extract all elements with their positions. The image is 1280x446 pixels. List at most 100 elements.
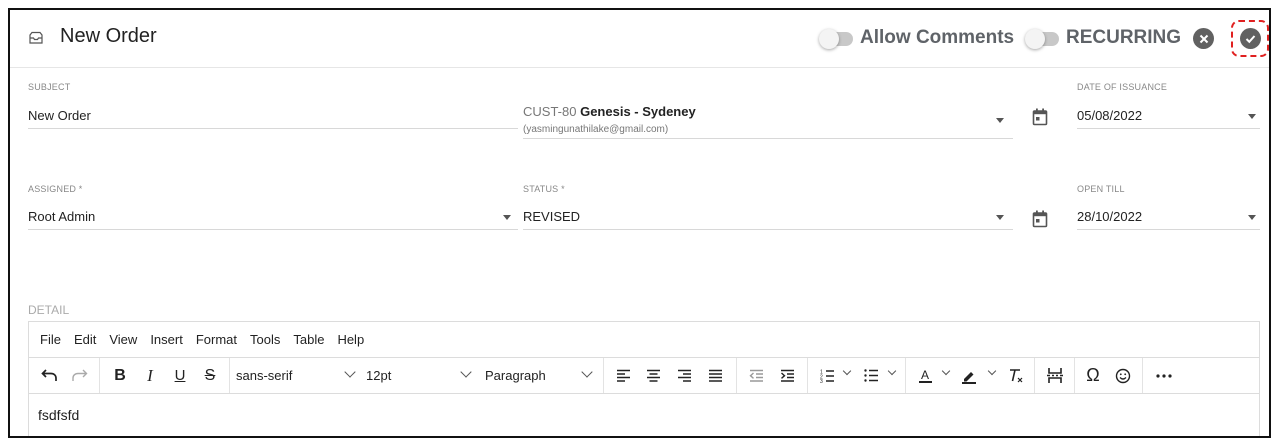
customer-dropdown-arrow[interactable] xyxy=(996,118,1004,123)
open-till-dropdown-arrow[interactable] xyxy=(1248,215,1256,220)
emoji-button[interactable] xyxy=(1113,358,1133,393)
bullet-list-icon xyxy=(863,369,878,382)
clear-formatting-button[interactable] xyxy=(1006,358,1026,393)
status-select[interactable]: REVISED xyxy=(523,209,580,224)
svg-text:3: 3 xyxy=(820,379,823,383)
customer-code: CUST-80 xyxy=(523,104,577,119)
rich-text-editor: File Edit View Insert Format Tools Table… xyxy=(28,321,1260,436)
align-justify-icon xyxy=(708,369,722,382)
date-of-issuance-dropdown-arrow[interactable] xyxy=(1248,114,1256,119)
subject-input[interactable]: New Order xyxy=(28,108,91,123)
assigned-dropdown-arrow[interactable] xyxy=(503,215,511,220)
check-icon xyxy=(1245,34,1256,43)
menu-tools[interactable]: Tools xyxy=(250,332,280,347)
menu-table[interactable]: Table xyxy=(293,332,324,347)
align-left-button[interactable] xyxy=(613,358,633,393)
bullet-list-button[interactable] xyxy=(861,358,881,393)
align-center-button[interactable] xyxy=(643,358,663,393)
assigned-label: ASSIGNED * xyxy=(28,184,83,194)
menu-help[interactable]: Help xyxy=(337,332,364,347)
numbered-list-icon: 123 xyxy=(820,369,834,383)
status-underline xyxy=(523,229,1013,230)
customer-name: Genesis - Sydeney xyxy=(580,104,696,119)
subject-underline xyxy=(28,128,518,129)
customer-select[interactable]: CUST-80 Genesis - Sydeney xyxy=(523,104,696,119)
redo-icon xyxy=(71,369,87,381)
chevron-down-icon[interactable] xyxy=(987,366,997,376)
font-family-value: sans-serif xyxy=(236,368,293,383)
bold-button[interactable]: B xyxy=(109,358,131,393)
customer-underline xyxy=(523,138,1013,139)
font-size-value: 12pt xyxy=(366,368,392,383)
text-color-icon: A xyxy=(918,368,932,383)
text-color-button[interactable]: A xyxy=(915,358,935,393)
open-till-input[interactable]: 28/10/2022 xyxy=(1077,209,1142,224)
chevron-down-icon xyxy=(581,366,593,378)
close-icon xyxy=(1199,34,1208,43)
page-title: New Order xyxy=(60,25,157,47)
more-horizontal-icon xyxy=(1156,373,1172,378)
align-center-icon xyxy=(646,369,660,382)
align-left-icon xyxy=(616,369,630,382)
block-format-select[interactable]: Paragraph xyxy=(485,358,605,393)
special-character-button[interactable]: Ω xyxy=(1083,358,1103,393)
status-dropdown-arrow[interactable] xyxy=(996,215,1004,220)
assigned-underline xyxy=(28,229,518,230)
calendar-icon[interactable] xyxy=(1032,210,1048,228)
redo-button[interactable] xyxy=(67,358,91,393)
undo-button[interactable] xyxy=(37,358,61,393)
open-till-underline xyxy=(1077,229,1260,230)
page-break-icon xyxy=(1047,368,1063,383)
detail-label: DETAIL xyxy=(28,303,70,317)
numbered-list-button[interactable]: 123 xyxy=(817,358,837,393)
menu-edit[interactable]: Edit xyxy=(74,332,96,347)
allow-comments-toggle[interactable] xyxy=(819,29,853,49)
highlight-color-button[interactable] xyxy=(959,358,979,393)
svg-text:A: A xyxy=(921,368,929,382)
chevron-down-icon xyxy=(344,366,356,378)
save-button[interactable] xyxy=(1240,28,1261,49)
font-family-select[interactable]: sans-serif xyxy=(236,358,356,393)
menu-file[interactable]: File xyxy=(40,332,61,347)
highlighter-icon xyxy=(962,371,976,384)
italic-button[interactable]: I xyxy=(139,358,161,393)
outdent-button[interactable] xyxy=(746,358,766,393)
recurring-toggle[interactable] xyxy=(1025,29,1059,49)
order-dialog: New Order Allow Comments RECURRING SUBJE… xyxy=(8,8,1271,438)
date-of-issuance-input[interactable]: 05/08/2022 xyxy=(1077,108,1142,123)
inbox-icon xyxy=(29,31,43,44)
editor-toolbar: B I U S sans-serif 12pt Paragraph 1 2 3 … xyxy=(29,358,1259,394)
chevron-down-icon[interactable] xyxy=(941,366,951,376)
align-right-button[interactable] xyxy=(674,358,694,393)
recurring-label: RECURRING xyxy=(1066,27,1182,48)
status-label: STATUS * xyxy=(523,184,565,194)
header-divider xyxy=(10,67,1269,68)
customer-email: (yasmingunathilake@gmail.com) xyxy=(523,124,669,135)
font-size-select[interactable]: 12pt xyxy=(366,358,478,393)
subject-label: SUBJECT xyxy=(28,82,71,92)
close-button[interactable] xyxy=(1193,28,1214,49)
clear-formatting-icon xyxy=(1010,368,1023,382)
emoji-icon xyxy=(1115,368,1131,383)
date-of-issuance-underline xyxy=(1077,128,1260,129)
indent-icon xyxy=(780,369,794,382)
open-till-label: OPEN TILL xyxy=(1077,184,1125,194)
align-justify-button[interactable] xyxy=(705,358,725,393)
menu-view[interactable]: View xyxy=(109,332,137,347)
more-options-button[interactable] xyxy=(1152,358,1176,393)
strikethrough-button[interactable]: S xyxy=(199,358,221,393)
undo-icon xyxy=(40,369,57,381)
chevron-down-icon[interactable] xyxy=(887,366,897,376)
underline-button[interactable]: U xyxy=(169,358,191,393)
page-break-button[interactable] xyxy=(1044,358,1066,393)
outdent-icon xyxy=(748,369,763,382)
calendar-icon[interactable] xyxy=(1032,108,1048,126)
align-right-icon xyxy=(677,369,691,382)
indent-button[interactable] xyxy=(777,358,797,393)
assigned-select[interactable]: Root Admin xyxy=(28,209,95,224)
menu-format[interactable]: Format xyxy=(196,332,237,347)
editor-menubar: File Edit View Insert Format Tools Table… xyxy=(29,322,1259,358)
chevron-down-icon[interactable] xyxy=(842,366,852,376)
menu-insert[interactable]: Insert xyxy=(150,332,183,347)
editor-content[interactable]: fsdfsfd xyxy=(38,407,79,423)
